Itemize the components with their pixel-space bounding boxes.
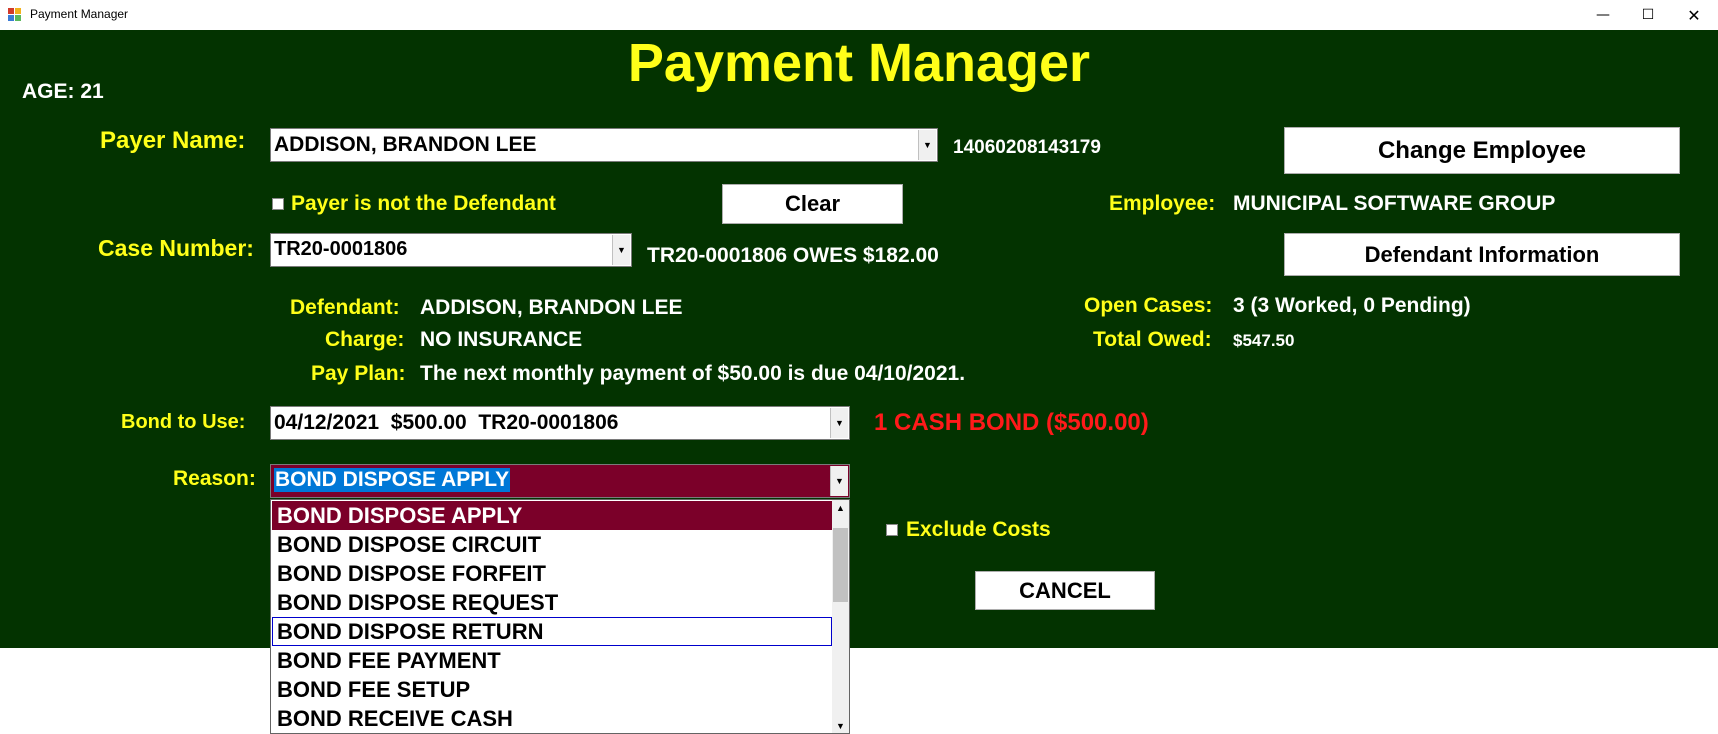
reason-option-bond-dispose-return[interactable]: BOND DISPOSE RETURN xyxy=(272,617,832,646)
maximize-icon[interactable]: ☐ xyxy=(1625,0,1671,30)
defendant-value: ADDISON, BRANDON LEE xyxy=(420,296,683,319)
dropdown-scrollbar[interactable]: ▲ ▼ xyxy=(832,500,849,733)
exclude-costs-label: Exclude Costs xyxy=(906,518,1051,541)
open-cases-label: Open Cases: xyxy=(1084,294,1213,317)
main-panel xyxy=(0,30,1718,648)
chevron-down-icon[interactable]: ▼ xyxy=(830,466,848,496)
reason-label: Reason: xyxy=(173,467,256,490)
payer-name-label: Payer Name: xyxy=(100,127,246,154)
reason-option-bond-dispose-circuit[interactable]: BOND DISPOSE CIRCUIT xyxy=(272,530,832,559)
defendant-information-button[interactable]: Defendant Information xyxy=(1284,233,1680,276)
reason-value: BOND DISPOSE APPLY xyxy=(274,468,511,492)
charge-label: Charge: xyxy=(325,328,405,351)
employee-label: Employee: xyxy=(1109,192,1216,215)
chevron-down-icon[interactable]: ▼ xyxy=(612,235,630,265)
pay-plan-label: Pay Plan: xyxy=(311,362,406,385)
cancel-button[interactable]: CANCEL xyxy=(975,571,1155,610)
app-icon xyxy=(8,8,22,22)
case-number-combo[interactable]: TR20-0001806 ▼ xyxy=(270,233,632,267)
defendant-label: Defendant: xyxy=(290,296,400,319)
bond-to-use-label: Bond to Use: xyxy=(121,411,246,433)
payer-name-value: ADDISON, BRANDON LEE xyxy=(274,133,537,156)
title-bar: Payment Manager — ☐ ✕ xyxy=(0,0,1718,30)
minimize-icon[interactable]: — xyxy=(1580,0,1626,30)
reason-option-bond-fee-setup[interactable]: BOND FEE SETUP xyxy=(272,675,832,704)
window-title: Payment Manager xyxy=(30,7,129,21)
scroll-down-icon[interactable]: ▼ xyxy=(832,718,849,733)
exclude-costs-checkbox[interactable] xyxy=(886,524,898,536)
bond-summary: 1 CASH BOND ($500.00) xyxy=(874,409,1149,436)
reason-option-bond-fee-payment[interactable]: BOND FEE PAYMENT xyxy=(272,646,832,675)
case-number-value: TR20-0001806 xyxy=(274,238,408,260)
charge-value: NO INSURANCE xyxy=(420,328,583,351)
reason-dropdown-list[interactable]: BOND DISPOSE APPLY BOND DISPOSE CIRCUIT … xyxy=(270,499,850,734)
employee-value: MUNICIPAL SOFTWARE GROUP xyxy=(1233,192,1556,215)
clear-button[interactable]: Clear xyxy=(722,184,903,224)
chevron-down-icon[interactable]: ▼ xyxy=(918,130,936,160)
bond-to-use-combo[interactable]: 04/12/2021 $500.00 TR20-0001806 ▼ xyxy=(270,406,850,440)
chevron-down-icon[interactable]: ▼ xyxy=(830,408,848,438)
payer-not-defendant-checkbox[interactable] xyxy=(272,198,284,210)
payer-id: 14060208143179 xyxy=(953,137,1101,158)
open-cases-value: 3 (3 Worked, 0 Pending) xyxy=(1233,294,1471,317)
reason-option-bond-dispose-forfeit[interactable]: BOND DISPOSE FORFEIT xyxy=(272,559,832,588)
reason-option-bond-dispose-request[interactable]: BOND DISPOSE REQUEST xyxy=(272,588,832,617)
scrollbar-thumb[interactable] xyxy=(833,528,848,602)
total-owed-value: $547.50 xyxy=(1233,331,1295,350)
bond-to-use-value: 04/12/2021 $500.00 TR20-0001806 xyxy=(274,411,619,434)
scroll-up-icon[interactable]: ▲ xyxy=(832,500,849,517)
reason-option-bond-dispose-apply[interactable]: BOND DISPOSE APPLY xyxy=(272,501,832,530)
reason-option-bond-receive-cash[interactable]: BOND RECEIVE CASH xyxy=(272,704,832,733)
payer-not-defendant-label: Payer is not the Defendant xyxy=(291,192,556,215)
reason-combo[interactable]: BOND DISPOSE APPLY ▼ xyxy=(270,464,850,498)
payer-name-combo[interactable]: ADDISON, BRANDON LEE ▼ xyxy=(270,128,938,162)
age-label: AGE: 21 xyxy=(22,80,104,103)
case-number-label: Case Number: xyxy=(98,235,254,261)
page-title: Payment Manager xyxy=(627,33,1091,93)
case-owes: TR20-0001806 OWES $182.00 xyxy=(647,244,939,267)
pay-plan-value: The next monthly payment of $50.00 is du… xyxy=(420,362,966,385)
total-owed-label: Total Owed: xyxy=(1093,328,1212,351)
change-employee-button[interactable]: Change Employee xyxy=(1284,127,1680,174)
close-icon[interactable]: ✕ xyxy=(1671,0,1717,30)
